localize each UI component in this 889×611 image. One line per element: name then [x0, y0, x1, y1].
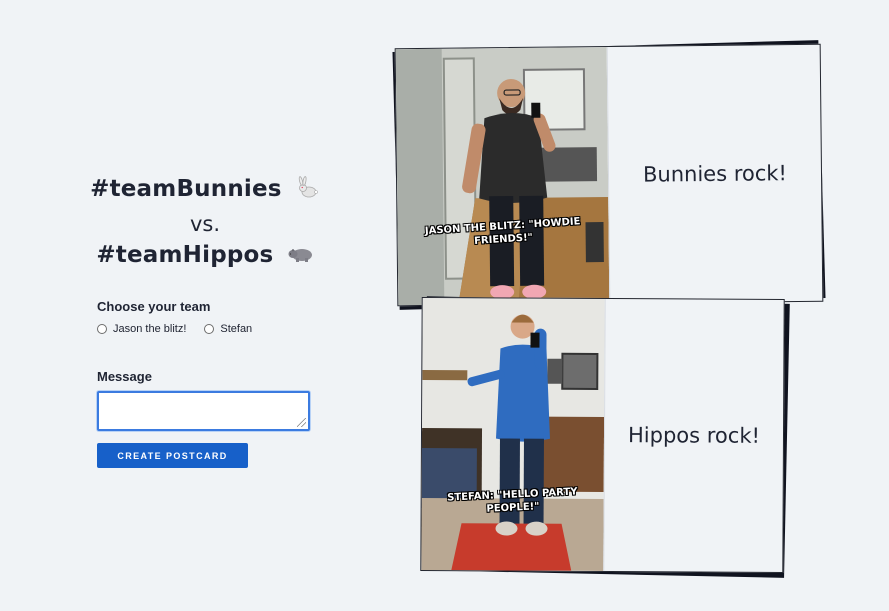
postcard-body: JASON THE BLITZ: "HOWDIE FRIENDS!" Bunni… — [394, 43, 824, 307]
postcard-jason: JASON THE BLITZ: "HOWDIE FRIENDS!" Bunni… — [392, 40, 826, 310]
message-label: Message — [97, 369, 152, 384]
radio-stefan[interactable] — [204, 324, 215, 334]
team-two-heading: #teamHippos — [60, 239, 350, 275]
postcard-stefan: STEFAN: "HELLO PARTY PEOPLE!" Hippos roc… — [420, 296, 790, 578]
create-postcard-button[interactable]: CREATE POSTCARD — [97, 443, 248, 468]
radio-jason-label: Jason the blitz! — [113, 323, 187, 335]
versus-text: vs. — [189, 212, 221, 236]
page-headline: #teamBunnies vs. #teamHippos — [60, 173, 350, 275]
team-label: Choose your team — [97, 299, 211, 314]
postcard-message-bunnies: Bunnies rock! — [606, 44, 823, 304]
stefan-photo: STEFAN: "HELLO PARTY PEOPLE!" — [421, 298, 605, 572]
radio-jason[interactable] — [97, 324, 107, 334]
resize-handle[interactable] — [297, 418, 306, 427]
team-option-stefan[interactable]: Stefan — [204, 323, 252, 335]
radio-stefan-label: Stefan — [220, 323, 253, 335]
postcard-form: Choose your team Jason the blitz! Stefan… — [97, 299, 347, 468]
message-textarea[interactable] — [97, 391, 310, 431]
jason-photo: JASON THE BLITZ: "HOWDIE FRIENDS!" — [395, 47, 610, 306]
team-option-jason[interactable]: Jason the blitz! — [97, 323, 186, 335]
rabbit-icon — [296, 175, 320, 209]
postcard-body: STEFAN: "HELLO PARTY PEOPLE!" Hippos roc… — [420, 297, 785, 573]
team-one-text: #teamBunnies — [90, 176, 282, 202]
postcard-message-hippos: Hippos rock! — [603, 299, 784, 572]
hippo-icon — [288, 242, 314, 275]
team-radio-group: Jason the blitz! Stefan — [97, 323, 347, 335]
team-two-text: #teamHippos — [96, 242, 274, 268]
team-one-heading: #teamBunnies — [60, 173, 350, 209]
